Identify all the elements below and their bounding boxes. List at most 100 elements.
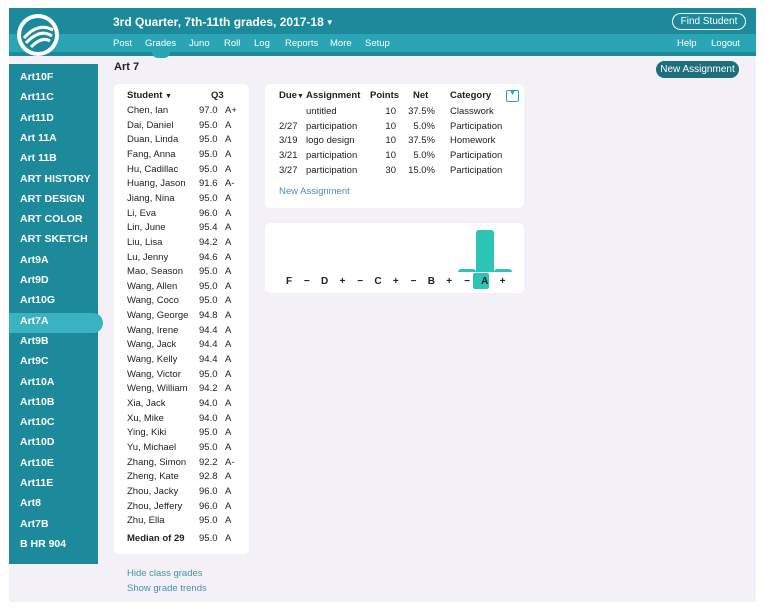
student-name[interactable]: Huang, Jason	[127, 178, 186, 189]
student-grade: A	[225, 236, 232, 248]
student-name[interactable]: Xu, Mike	[127, 413, 164, 424]
sidebar-item-art10e[interactable]: Art10E	[20, 457, 54, 469]
logo-icon	[21, 18, 55, 52]
student-name[interactable]: Li, Eva	[127, 208, 156, 219]
sidebar-item-b-hr-904[interactable]: B HR 904	[20, 538, 66, 550]
sidebar-item-art11e[interactable]: Art11E	[20, 477, 53, 489]
sidebar-item-art10c[interactable]: Art10C	[20, 416, 54, 428]
nav-post[interactable]: Post	[113, 38, 132, 49]
assignment-points: 10	[385, 120, 396, 132]
student-name[interactable]: Lu, Jenny	[127, 252, 168, 263]
assignment-assignment[interactable]: participation	[306, 150, 357, 161]
student-name[interactable]: Chen, Ian	[127, 105, 168, 116]
student-name[interactable]: Zhang, Simon	[127, 457, 186, 468]
student-name[interactable]: Jiang, Nina	[127, 193, 175, 204]
student-score: 92.2	[199, 456, 218, 468]
term-label: 3rd Quarter, 7th-11th grades, 2017-18	[113, 15, 324, 29]
student-name[interactable]: Liu, Lisa	[127, 237, 162, 248]
student-name[interactable]: Duan, Linda	[127, 134, 178, 145]
logout-link[interactable]: Logout	[711, 38, 740, 49]
sidebar-item-art7b[interactable]: Art7B	[20, 518, 49, 530]
student-name[interactable]: Mao, Season	[127, 266, 183, 277]
sidebar-item-art7a[interactable]: Art7A	[20, 315, 49, 327]
app-logo[interactable]	[17, 14, 59, 56]
assignment-due: 3/21	[279, 150, 298, 162]
student-score: 94.4	[199, 339, 218, 351]
category-filter-button[interactable]: ▼	[506, 90, 519, 102]
assignment-net: 5.0%	[413, 150, 435, 162]
student-name[interactable]: Fang, Anna	[127, 149, 176, 160]
sidebar-item-art-history[interactable]: ART HISTORY	[20, 173, 91, 185]
sidebar-item-art10g[interactable]: Art10G	[20, 294, 55, 306]
grade-bin-label: +	[446, 276, 453, 287]
student-name[interactable]: Wang, Jack	[127, 339, 176, 350]
student-name[interactable]: Wang, George	[127, 310, 188, 321]
student-name[interactable]: Hu, Cadillac	[127, 164, 178, 175]
sidebar-item-art10f[interactable]: Art10F	[20, 71, 53, 83]
student-name[interactable]: Lin, June	[127, 222, 166, 233]
student-score: 95.0	[199, 266, 218, 278]
nav-juno[interactable]: Juno	[189, 38, 210, 49]
sidebar-item-art9b[interactable]: Art9B	[20, 335, 49, 347]
sidebar-item-art9d[interactable]: Art9D	[20, 274, 49, 286]
sidebar-item-art11d[interactable]: Art11D	[20, 112, 54, 124]
new-assignment-button[interactable]: New Assignment	[656, 61, 739, 78]
sidebar-item-art9a[interactable]: Art9A	[20, 254, 49, 266]
student-score: 92.8	[199, 471, 218, 483]
grade-bin-label: B	[427, 276, 435, 287]
sidebar-item-art-11b[interactable]: Art 11B	[20, 152, 57, 164]
student-name[interactable]: Wang, Irene	[127, 325, 178, 336]
sidebar-item-art-color[interactable]: ART COLOR	[20, 213, 82, 225]
nav-setup[interactable]: Setup	[365, 38, 390, 49]
nav-reports[interactable]: Reports	[285, 38, 318, 49]
nav-grades[interactable]: Grades	[145, 38, 176, 49]
student-grade: A	[225, 427, 232, 439]
student-name[interactable]: Zhou, Jacky	[127, 486, 178, 497]
assignment-category: Participation	[450, 150, 503, 162]
term-selector[interactable]: 3rd Quarter, 7th-11th grades, 2017-18 ▼	[113, 15, 334, 29]
assignment-assignment[interactable]: untitled	[306, 106, 337, 117]
student-name[interactable]: Wang, Coco	[127, 295, 179, 306]
assignment-assignment[interactable]: participation	[306, 121, 357, 132]
student-name[interactable]: Wang, Kelly	[127, 354, 177, 365]
student-name[interactable]: Zhu, Ella	[127, 515, 165, 526]
assignment-category: Classwork	[450, 106, 494, 117]
student-name[interactable]: Wang, Victor	[127, 369, 181, 380]
student-score: 94.6	[199, 251, 218, 263]
sidebar-item-art10a[interactable]: Art10A	[20, 376, 54, 388]
student-name[interactable]: Wang, Allen	[127, 281, 177, 292]
student-name[interactable]: Zheng, Kate	[127, 471, 179, 482]
assignment-assignment[interactable]: participation	[306, 165, 357, 176]
grade-bin-label: −	[464, 276, 470, 287]
assignment-assignment[interactable]: logo design	[306, 135, 355, 146]
sidebar-item-art11c[interactable]: Art11C	[20, 91, 54, 103]
show-grade-trends-link[interactable]: Show grade trends	[127, 583, 207, 594]
new-assignment-link[interactable]: New Assignment	[279, 186, 350, 197]
nav-roll[interactable]: Roll	[224, 38, 240, 49]
student-score: 97.0	[199, 105, 218, 116]
sidebar-item-art8[interactable]: Art8	[20, 497, 41, 509]
student-score: 94.0	[199, 412, 218, 424]
sidebar-item-art10b[interactable]: Art10B	[20, 396, 54, 408]
student-name[interactable]: Ying, Kiki	[127, 427, 166, 438]
student-name[interactable]: Weng, William	[127, 383, 188, 394]
help-link[interactable]: Help	[677, 38, 697, 49]
student-score: 96.0	[199, 207, 218, 219]
due-column-header[interactable]: Due▼	[279, 90, 304, 101]
student-name[interactable]: Xia, Jack	[127, 398, 166, 409]
sidebar-item-art-sketch[interactable]: ART SKETCH	[20, 233, 88, 245]
find-student-button[interactable]: Find Student	[672, 13, 746, 30]
sidebar-item-art-design[interactable]: ART DESIGN	[20, 193, 85, 205]
sidebar-item-art9c[interactable]: Art9C	[20, 355, 49, 367]
student-name[interactable]: Yu, Michael	[127, 442, 176, 453]
student-column-header[interactable]: Student ▼	[127, 90, 172, 101]
hide-class-grades-link[interactable]: Hide class grades	[127, 568, 203, 579]
sidebar-item-art10d[interactable]: Art10D	[20, 436, 54, 448]
sidebar-item-art-11a[interactable]: Art 11A	[20, 132, 57, 144]
student-name[interactable]: Dai, Daniel	[127, 120, 173, 131]
student-grade: A	[225, 148, 232, 160]
nav-more[interactable]: More	[330, 38, 352, 49]
chevron-down-icon: ▼	[325, 18, 334, 27]
nav-log[interactable]: Log	[254, 38, 270, 49]
student-name[interactable]: Zhou, Jeffery	[127, 501, 182, 512]
